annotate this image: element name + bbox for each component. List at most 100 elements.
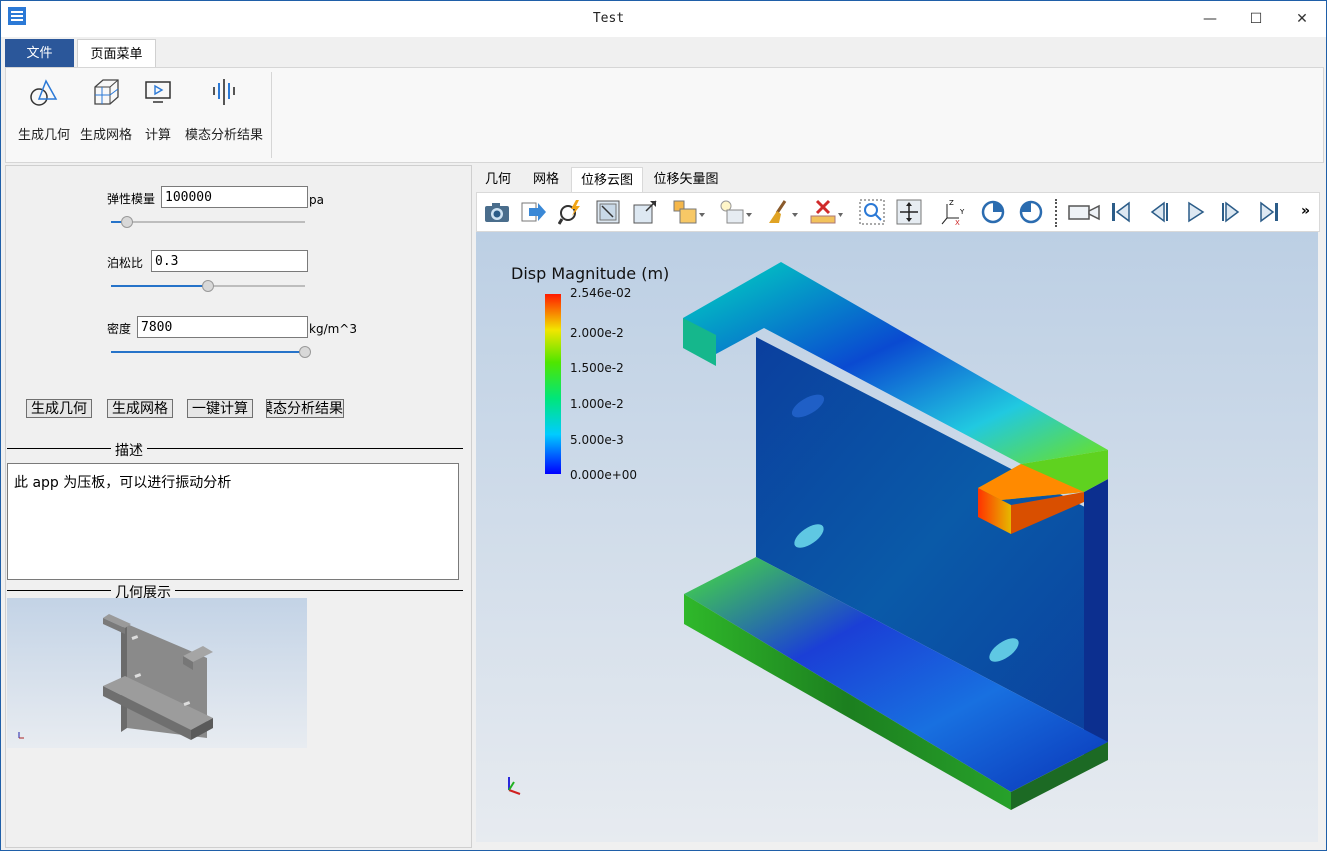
legend-title: Disp Magnitude (m): [511, 264, 670, 283]
measure-button[interactable]: [808, 198, 844, 226]
probe-button[interactable]: [557, 198, 585, 226]
pan-move-icon: [896, 199, 922, 225]
rotate-ccw-button[interactable]: [1017, 198, 1045, 226]
broom-icon: [769, 200, 798, 223]
ribbon-button-label: 计算: [144, 128, 171, 143]
modal-analysis-result-button[interactable]: 模态分析结果: [266, 399, 344, 418]
zoom-window-button[interactable]: [858, 198, 886, 226]
ribbon-modal-result-button[interactable]: 模态分析结果: [182, 74, 266, 143]
export-arrow-icon: [521, 202, 546, 222]
toolbar-separator: [1055, 199, 1057, 227]
poisson-label: 泊松比: [107, 256, 144, 270]
compute-icon: [145, 81, 171, 103]
minimize-button[interactable]: —: [1187, 1, 1233, 37]
description-group-header: 描述: [7, 440, 463, 460]
record-button[interactable]: [1067, 198, 1101, 226]
camera-icon: [485, 203, 509, 222]
modulus-label: 弹性模量: [107, 192, 156, 206]
slider-handle[interactable]: [299, 346, 311, 358]
svg-text:X: X: [955, 219, 960, 226]
box-select-icon: [673, 200, 705, 224]
contour-plot: [508, 262, 1108, 810]
density-slider[interactable]: [111, 346, 311, 358]
density-label: 密度: [107, 322, 132, 336]
tab-page-menu[interactable]: 页面菜单: [77, 39, 156, 69]
tab-displacement-vector[interactable]: 位移矢量图: [646, 167, 726, 192]
play-icon: [1188, 201, 1205, 223]
density-input[interactable]: 7800: [137, 316, 308, 338]
description-textbox[interactable]: 此 app 为压板，可以进行振动分析: [7, 463, 459, 580]
ribbon-button-label: 生成网格: [79, 128, 132, 143]
view-toolbar: ZYX »: [476, 192, 1320, 232]
screenshot-button[interactable]: [483, 198, 511, 226]
modulus-unit: pa: [309, 193, 324, 207]
legend-tick-label: 0.000e+00: [570, 468, 638, 482]
axes-icon: ZYX: [941, 199, 965, 226]
description-text: 此 app 为压板，可以进行振动分析: [14, 475, 232, 491]
group-divider: [7, 448, 463, 449]
render-viewport[interactable]: Disp Magnitude (m) 2.546e-02 2.000e-2 1.…: [476, 232, 1318, 842]
poisson-input[interactable]: 0.3: [151, 250, 308, 272]
slider-handle[interactable]: [120, 216, 133, 228]
skip-end-icon: [1260, 201, 1278, 223]
skip-start-icon: [1112, 201, 1130, 223]
rotate-ccw-icon: [1019, 200, 1043, 224]
slider-fill: [111, 351, 305, 353]
expand-icon: [633, 200, 657, 224]
previous-frame-button[interactable]: [1144, 198, 1172, 226]
zoom-lightning-icon: [558, 200, 580, 225]
next-frame-button[interactable]: [1218, 198, 1246, 226]
geometry-icon: [30, 79, 58, 106]
tab-file[interactable]: 文件: [5, 39, 74, 68]
geometry-preview: [7, 598, 307, 748]
ribbon-compute-button[interactable]: 计算: [140, 74, 176, 143]
ribbon-button-label: 生成几何: [17, 128, 70, 143]
poisson-slider[interactable]: [111, 280, 305, 292]
box-view-button[interactable]: [671, 198, 707, 226]
rotate-cw-button[interactable]: [979, 198, 1007, 226]
enlarge-view-button[interactable]: [631, 198, 659, 226]
parameter-panel: 弹性模量 100000 pa 泊松比 0.3 密度 7800 kg/m^3 生成…: [5, 165, 472, 848]
light-view-button[interactable]: [718, 198, 754, 226]
slider-fill: [111, 285, 208, 287]
play-button[interactable]: [1181, 198, 1209, 226]
first-frame-button[interactable]: [1107, 198, 1135, 226]
description-title: 描述: [111, 440, 147, 460]
bulb-box-icon: [720, 200, 752, 224]
last-frame-button[interactable]: [1255, 198, 1283, 226]
tab-mesh[interactable]: 网格: [526, 167, 566, 192]
slider-handle[interactable]: [202, 280, 214, 292]
maximize-button[interactable]: ☐: [1233, 1, 1279, 37]
close-button[interactable]: ✕: [1279, 1, 1325, 37]
video-camera-icon: [1068, 204, 1100, 221]
fit-view-button[interactable]: [594, 198, 622, 226]
step-forward-icon: [1222, 201, 1240, 223]
tab-geometry[interactable]: 几何: [478, 167, 518, 192]
fit-view-icon: [596, 200, 620, 224]
ribbon-generate-mesh-button[interactable]: 生成网格: [78, 74, 134, 143]
axis-view-button[interactable]: ZYX: [939, 198, 971, 226]
toolbar-overflow-button[interactable]: »: [1301, 203, 1310, 219]
ribbon-button-label: 模态分析结果: [184, 128, 263, 143]
one-click-compute-button[interactable]: 一键计算: [187, 399, 253, 418]
legend-tick-label: 1.000e-2: [570, 397, 624, 411]
svg-text:Y: Y: [959, 208, 965, 216]
color-scale-bar: [545, 294, 561, 474]
modulus-input[interactable]: 100000: [161, 186, 308, 208]
tab-displacement-contour[interactable]: 位移云图: [571, 167, 643, 194]
modulus-slider[interactable]: [111, 216, 305, 228]
export-button[interactable]: [520, 198, 548, 226]
mesh-icon: [94, 79, 119, 105]
ribbon-generate-geometry-button[interactable]: 生成几何: [14, 74, 74, 143]
ribbon-separator: [271, 72, 272, 158]
clear-button[interactable]: [764, 198, 800, 226]
generate-mesh-button[interactable]: 生成网格: [107, 399, 173, 418]
plate-geometry-image: [18, 614, 213, 740]
legend-tick-label: 1.500e-2: [570, 361, 624, 375]
app-window: Test — ☐ ✕ 文件 页面菜单 生成几何 生成网格 计算 模态分析结果 弹…: [0, 0, 1327, 851]
title-bar: Test — ☐ ✕: [1, 1, 1326, 37]
generate-geometry-button[interactable]: 生成几何: [26, 399, 92, 418]
legend-tick-label: 2.546e-02: [570, 286, 632, 300]
pan-button[interactable]: [895, 198, 923, 226]
svg-text:Z: Z: [949, 199, 954, 207]
